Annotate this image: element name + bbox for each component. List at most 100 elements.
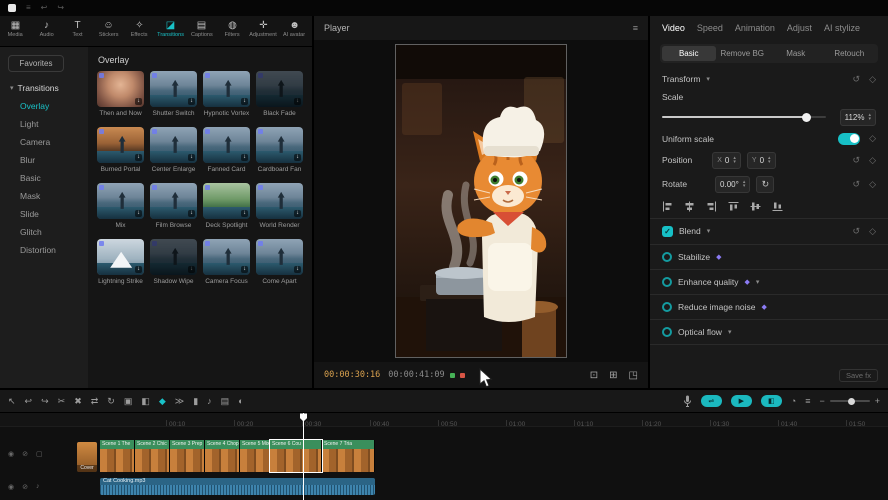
transition-item[interactable]: ↓ Black Fade [256, 71, 303, 117]
download-icon[interactable]: ↓ [188, 266, 195, 273]
timeline-clip[interactable]: Scene 5 Mix [240, 440, 270, 472]
sidebar-item[interactable]: Blur [0, 151, 88, 169]
download-icon[interactable]: ↓ [188, 154, 195, 161]
transition-thumbnail[interactable]: ↓ [97, 183, 144, 219]
timeline-clip[interactable]: Scene 7 Tria [322, 440, 375, 472]
extract-audio[interactable]: ♪ [207, 396, 212, 406]
inspector-toggle-row[interactable]: Reduce image noise ◆ [662, 302, 876, 312]
transition-item[interactable]: ↓ Center Enlarge [150, 127, 197, 173]
transition-item[interactable]: ↓ Camera Focus [203, 239, 250, 285]
video-preview[interactable] [396, 45, 566, 357]
keyframe-icon[interactable]: ◇ [869, 155, 876, 166]
rotate-90-button[interactable]: ↻ [756, 176, 774, 193]
download-icon[interactable]: ↓ [241, 98, 248, 105]
transition-thumbnail[interactable]: ↓ [150, 239, 197, 275]
transition-item[interactable]: ↓ Cardboard Fan [256, 127, 303, 173]
transition-thumbnail[interactable]: ↓ [203, 239, 250, 275]
reset-icon[interactable]: ↺ [853, 179, 861, 190]
audio-track-clip[interactable]: Cat Cooking.mp3 [100, 478, 375, 495]
inspector-subtab[interactable]: Remove BG [716, 46, 770, 61]
player-menu-icon[interactable]: ≡ [633, 23, 638, 33]
position-y-box[interactable]: Y 0 ▴ ▾ [747, 152, 776, 169]
ratio-icon[interactable]: ⊡ [590, 370, 598, 381]
freeze-frame[interactable]: ▮ [193, 396, 198, 406]
video-track[interactable]: Scene 1 The Scene 2 Chic Scene 3 Prep Sc… [100, 440, 375, 472]
download-icon[interactable]: ↓ [188, 98, 195, 105]
cover-tile[interactable]: Cover [77, 442, 97, 472]
download-icon[interactable]: ↓ [294, 154, 301, 161]
transition-thumbnail[interactable]: ↓ [256, 71, 303, 107]
media-toolbar-tab[interactable]: ▤ Captions [186, 16, 217, 46]
lock-track-icon[interactable]: ⊘ [22, 450, 28, 458]
toggle-ring-icon[interactable] [662, 277, 672, 287]
download-icon[interactable]: ↓ [241, 266, 248, 273]
scale-slider[interactable] [662, 116, 826, 118]
align-bottom-icon[interactable] [772, 201, 783, 212]
download-icon[interactable]: ↓ [294, 266, 301, 273]
keyframe-icon[interactable]: ◇ [869, 74, 876, 85]
reset-icon[interactable]: ↺ [853, 226, 861, 237]
player-stage[interactable] [314, 40, 648, 363]
transition-thumbnail[interactable]: ↓ [203, 127, 250, 163]
scale-slider-knob[interactable] [802, 113, 811, 122]
transition-thumbnail[interactable]: ↓ [256, 239, 303, 275]
stepper-down-icon[interactable]: ▾ [768, 160, 771, 164]
media-toolbar-tab[interactable]: T Text [62, 16, 93, 46]
chevron-down-icon[interactable]: ▾ [707, 227, 711, 235]
sidebar-item[interactable]: Light [0, 115, 88, 133]
transition-item[interactable]: ↓ Shadow Wipe [150, 239, 197, 285]
media-toolbar-tab[interactable]: ☻ AI avatar [279, 16, 310, 46]
transition-item[interactable]: ↓ Then and Now [97, 71, 144, 117]
download-icon[interactable]: ↓ [294, 210, 301, 217]
inspector-tab[interactable]: Adjust [787, 23, 812, 33]
keyframe-icon[interactable]: ◇ [869, 226, 876, 237]
download-icon[interactable]: ↓ [294, 98, 301, 105]
save-fx-button[interactable]: Save fx [839, 369, 878, 382]
align-middle-vertical-icon[interactable] [750, 201, 761, 212]
transition-item[interactable]: ↓ Film Browse [150, 183, 197, 229]
keyframe-icon[interactable]: ◇ [869, 133, 876, 144]
inspector-toggle-row[interactable]: Optical flow ▾ [662, 327, 876, 337]
split[interactable]: ✂ [58, 396, 66, 406]
fullscreen-icon[interactable]: ◳ [629, 370, 638, 381]
crop[interactable]: ▣ [124, 396, 133, 406]
inspector-tab[interactable]: AI stylize [824, 23, 860, 33]
lock-track-icon[interactable]: ⊘ [22, 483, 28, 491]
transition-item[interactable]: ↓ Fanned Card [203, 127, 250, 173]
download-icon[interactable]: ↓ [188, 210, 195, 217]
sidebar-item[interactable]: Camera [0, 133, 88, 151]
stepper-down-icon[interactable]: ▾ [743, 184, 746, 188]
stepper-down-icon[interactable]: ▾ [733, 160, 736, 164]
timeline-clip[interactable]: Scene 4 Chop [205, 440, 240, 472]
transition-item[interactable]: ↓ Deck Spotlight [203, 183, 250, 229]
download-icon[interactable]: ↓ [135, 210, 142, 217]
media-toolbar-tab[interactable]: ✧ Effects [124, 16, 155, 46]
media-toolbar-tab[interactable]: ◍ Filters [217, 16, 248, 46]
download-icon[interactable]: ↓ [135, 266, 142, 273]
download-icon[interactable]: ↓ [135, 98, 142, 105]
keyframe[interactable]: ◆ [159, 396, 166, 406]
toggle-ring-icon[interactable] [662, 327, 672, 337]
delete[interactable]: ✖ [74, 396, 82, 406]
download-icon[interactable]: ↓ [135, 154, 142, 161]
keyframe-icon[interactable]: ◇ [869, 179, 876, 190]
transition-thumbnail[interactable]: ↓ [203, 183, 250, 219]
transition-thumbnail[interactable]: ↓ [150, 71, 197, 107]
snapping-icon[interactable]: ≡ [805, 396, 810, 406]
sidebar-item[interactable]: Slide [0, 205, 88, 223]
auto-ripple-toggle[interactable]: ⇌ [701, 395, 722, 407]
transition-item[interactable]: ↓ Lightning Strike [97, 239, 144, 285]
inspector-tab[interactable]: Video [662, 23, 685, 33]
inspector-tab[interactable]: Animation [735, 23, 775, 33]
align-left-icon[interactable] [662, 201, 673, 212]
transition-item[interactable]: ↓ Hypnotic Vortex [203, 71, 250, 117]
menu-icon[interactable]: ≡ [26, 4, 31, 12]
timeline-clip[interactable]: Scene 6 Cou [270, 440, 322, 472]
sidebar-item[interactable]: Overlay [0, 97, 88, 115]
transition-thumbnail[interactable]: ↓ [97, 127, 144, 163]
sidebar-group-transitions[interactable]: ▾ Transitions [0, 76, 88, 97]
download-icon[interactable]: ↓ [241, 210, 248, 217]
playhead[interactable] [303, 413, 304, 500]
reset-icon[interactable]: ↺ [853, 74, 861, 85]
sidebar-item[interactable]: Distortion [0, 241, 88, 259]
